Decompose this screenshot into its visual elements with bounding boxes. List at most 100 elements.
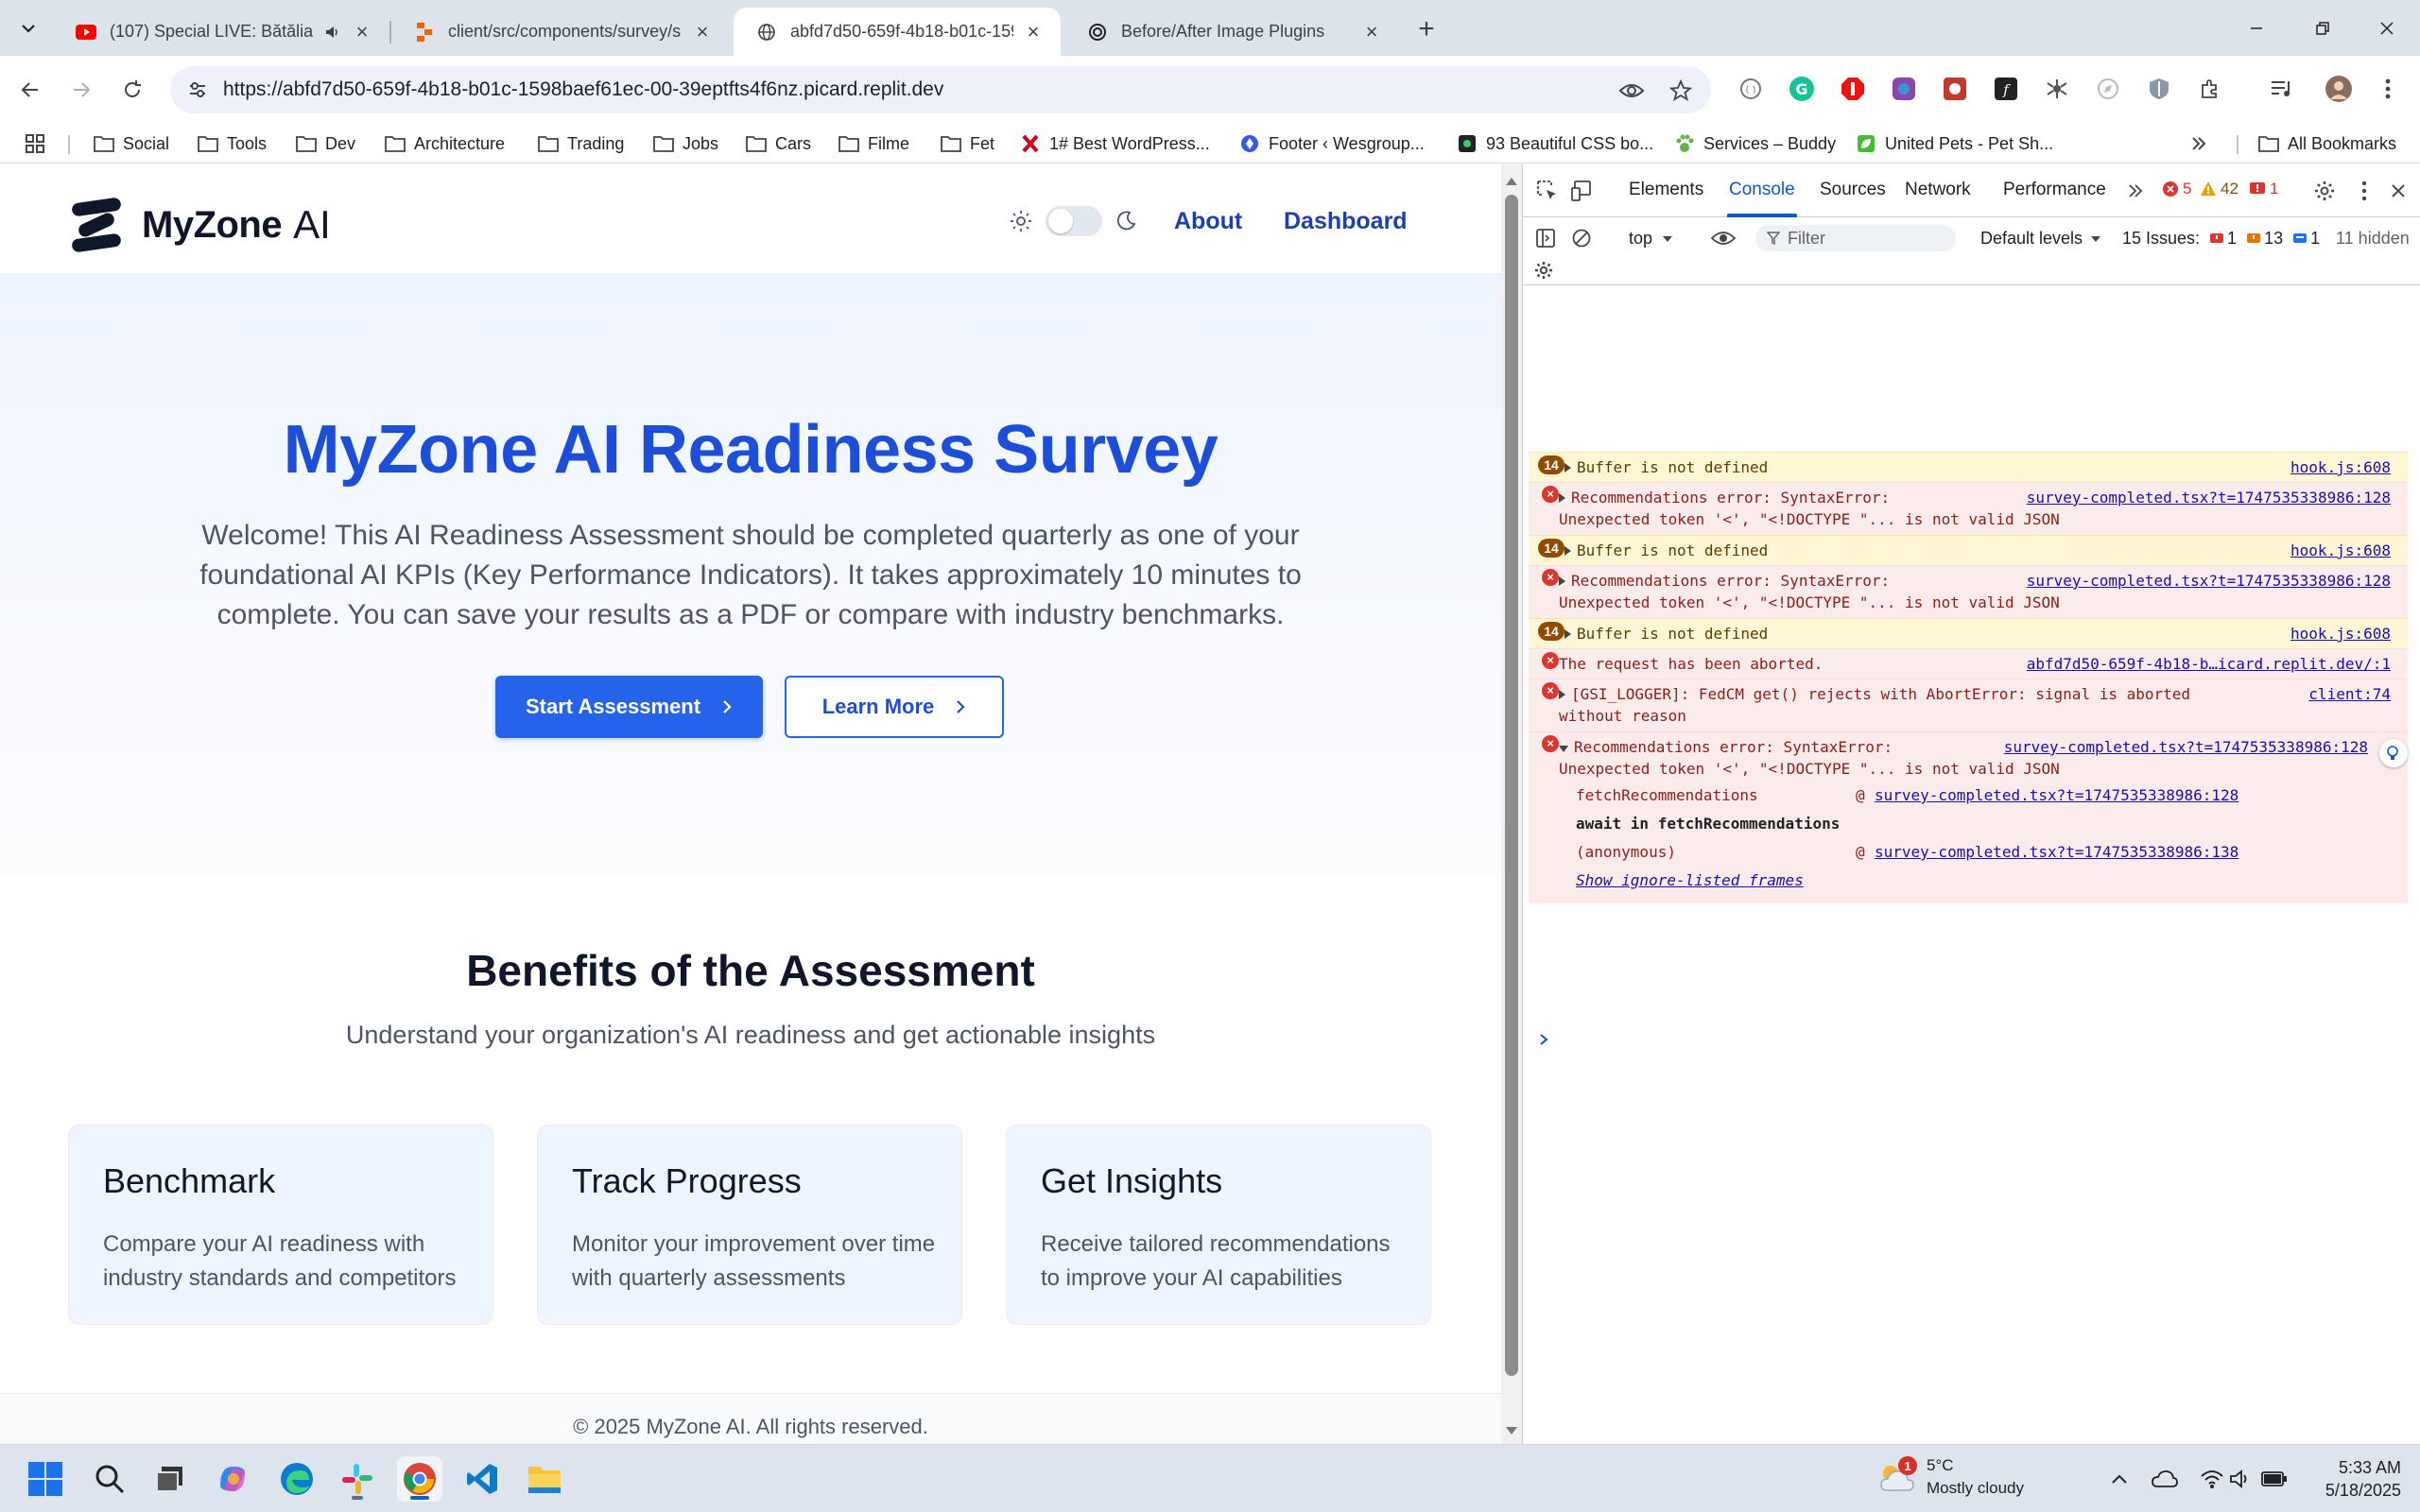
console-error-expanded[interactable]: × Recommendations error: SyntaxError: su…	[1529, 731, 2408, 903]
forward-button[interactable]	[62, 71, 100, 109]
console-prompt[interactable]	[1538, 1030, 1549, 1052]
grammarly-icon[interactable]: G	[1787, 74, 1817, 104]
source-link[interactable]: abfd7d50-659f-4b18-b…icard.replit.dev/:1	[2027, 654, 2391, 675]
wifi-icon[interactable]	[2199, 1466, 2225, 1492]
console-warning[interactable]: 14 Buffer is not defined hook.js:608	[1529, 535, 2408, 565]
bookmark-folder-filme[interactable]: Filme	[838, 129, 909, 158]
expand-triangle-icon[interactable]	[1564, 463, 1571, 472]
close-window-button[interactable]	[2354, 0, 2420, 56]
scroll-down-arrow[interactable]	[1506, 1427, 1517, 1435]
system-clock[interactable]: 5:33 AM 5/18/2025	[2288, 1456, 2401, 1502]
device-toolbar-icon[interactable]	[1568, 178, 1595, 204]
bookmark-star-icon[interactable]	[1666, 76, 1696, 106]
back-button[interactable]	[11, 71, 49, 109]
bookmark-folder-jobs[interactable]: Jobs	[652, 129, 718, 158]
chevron-up-icon[interactable]	[2106, 1466, 2133, 1492]
onedrive-cloud-icon[interactable]	[2152, 1466, 2178, 1492]
vscode-icon[interactable]	[459, 1456, 505, 1502]
devtools-tab-performance[interactable]: Performance	[2003, 180, 2106, 200]
source-link[interactable]: hook.js:608	[2290, 624, 2391, 644]
settings-gear-icon[interactable]	[2311, 178, 2338, 204]
slack-icon[interactable]	[335, 1456, 380, 1502]
bookmark-footer-wesgroup[interactable]: Footer ‹ Wesgroup...	[1238, 129, 1425, 158]
bookmark-folder-trading[interactable]: Trading	[537, 129, 624, 158]
color-picker-icon[interactable]	[1889, 74, 1919, 104]
more-tabs-icon[interactable]	[2122, 178, 2149, 204]
error-count-badge[interactable]: 5	[2162, 180, 2191, 198]
learn-more-button[interactable]: Learn More	[785, 676, 1004, 738]
chrome-icon[interactable]	[397, 1456, 442, 1502]
live-expression-eye-icon[interactable]	[1710, 225, 1737, 251]
avatar[interactable]	[2324, 74, 2354, 104]
source-link[interactable]: hook.js:608	[2290, 541, 2391, 561]
sidebar-toggle-icon[interactable]	[1532, 225, 1559, 251]
expand-triangle-icon[interactable]	[1559, 493, 1565, 503]
edge-browser-icon[interactable]	[274, 1456, 320, 1502]
expand-triangle-icon[interactable]	[1559, 576, 1565, 586]
show-ignore-listed-frames-link[interactable]: Show ignore-listed frames	[1576, 870, 1804, 891]
stack-link[interactable]: survey-completed.tsx?t=1747535338986:128	[1875, 786, 2238, 804]
bookmark-united-pets[interactable]: United Pets - Pet Sh...	[1855, 129, 2053, 158]
file-explorer-icon[interactable]	[522, 1456, 567, 1502]
spider-icon[interactable]	[2042, 74, 2072, 104]
console-error[interactable]: × Recommendations error: SyntaxError: su…	[1529, 565, 2408, 618]
console-error[interactable]: × [GSI_LOGGER]: FedCM get() rejects with…	[1529, 679, 2408, 731]
clear-console-icon[interactable]	[1568, 225, 1595, 251]
issues-button[interactable]: 15 Issues: 1 13 1	[2122, 229, 2320, 249]
nav-about[interactable]: About	[1174, 208, 1242, 235]
media-controls-icon[interactable]	[2267, 74, 2297, 104]
close-icon[interactable]	[2385, 178, 2411, 204]
bookmark-services-buddy[interactable]: Services – Buddy	[1673, 129, 1836, 158]
bookmark-best-wordpress[interactable]: 1# Best WordPress...	[1019, 129, 1210, 158]
bookmark-css-borders[interactable]: 93 Beautiful CSS bo...	[1456, 129, 1653, 158]
minimize-button[interactable]	[2223, 0, 2290, 56]
expand-triangle-icon[interactable]	[1564, 629, 1571, 639]
volume-icon[interactable]	[2227, 1466, 2254, 1492]
search-icon[interactable]	[87, 1456, 132, 1502]
apps-grid-icon[interactable]	[25, 129, 45, 158]
collapse-triangle-icon[interactable]	[1559, 746, 1568, 752]
console-settings-gear-icon[interactable]	[1530, 257, 1557, 284]
tab-search-button[interactable]	[13, 13, 43, 43]
console-error[interactable]: × The request has been aborted. abfd7d50…	[1529, 648, 2408, 679]
close-icon[interactable]: ×	[690, 20, 715, 44]
expand-triangle-icon[interactable]	[1564, 546, 1571, 556]
task-view-icon[interactable]	[147, 1456, 193, 1502]
stack-link[interactable]: survey-completed.tsx?t=1747535338986:138	[1875, 843, 2238, 861]
bookmarks-overflow-button[interactable]	[2189, 129, 2208, 158]
expand-triangle-icon[interactable]	[1559, 690, 1565, 699]
kebab-menu-icon[interactable]	[2351, 178, 2377, 204]
info-count-badge[interactable]: 1	[2249, 180, 2278, 198]
bookmark-folder-social[interactable]: Social	[93, 129, 169, 158]
scroll-thumb[interactable]	[1505, 195, 1518, 1376]
tab-replit[interactable]: client/src/components/survey/s ×	[391, 8, 730, 56]
bookmark-folder-fet[interactable]: Fet	[940, 129, 994, 158]
source-link[interactable]: hook.js:608	[2290, 457, 2391, 478]
console-filter-input[interactable]: Filter	[1755, 225, 1956, 251]
new-tab-button[interactable]: +	[1409, 11, 1444, 47]
weather-widget[interactable]: 1 5°C Mostly cloudy	[1877, 1454, 2024, 1500]
tab-youtube[interactable]: (107) Special LIVE: Bătălia p ×	[53, 8, 389, 56]
devtools-tab-sources[interactable]: Sources	[1820, 180, 1886, 200]
start-assessment-button[interactable]: Start Assessment	[495, 676, 763, 738]
address-bar[interactable]: https://abfd7d50-659f-4b18-b01c-1598baef…	[170, 66, 1711, 113]
compass-icon[interactable]	[2093, 74, 2123, 104]
bug-tracker-icon[interactable]	[1940, 74, 1970, 104]
console-warning[interactable]: 14 Buffer is not defined hook.js:608	[1529, 618, 2408, 648]
speaker-icon[interactable]	[323, 23, 342, 42]
url-text[interactable]: https://abfd7d50-659f-4b18-b01c-1598baef…	[223, 78, 943, 101]
close-icon[interactable]: ×	[1021, 20, 1046, 44]
kebab-menu-icon[interactable]	[2373, 74, 2403, 104]
site-settings-icon[interactable]	[183, 76, 212, 104]
copilot-icon[interactable]	[210, 1456, 255, 1502]
theme-toggle[interactable]	[1010, 206, 1136, 236]
source-link[interactable]: client:74	[2308, 684, 2391, 705]
close-icon[interactable]: ×	[350, 20, 374, 44]
close-icon[interactable]: ×	[1359, 20, 1384, 44]
bookmark-folder-dev[interactable]: Dev	[295, 129, 355, 158]
extensions-puzzle-icon[interactable]	[2195, 74, 2225, 104]
bookmark-folder-tools[interactable]: Tools	[197, 129, 267, 158]
context-selector[interactable]: top	[1629, 229, 1673, 249]
shield-icon[interactable]	[2144, 74, 2174, 104]
nav-dashboard[interactable]: Dashboard	[1284, 208, 1408, 235]
